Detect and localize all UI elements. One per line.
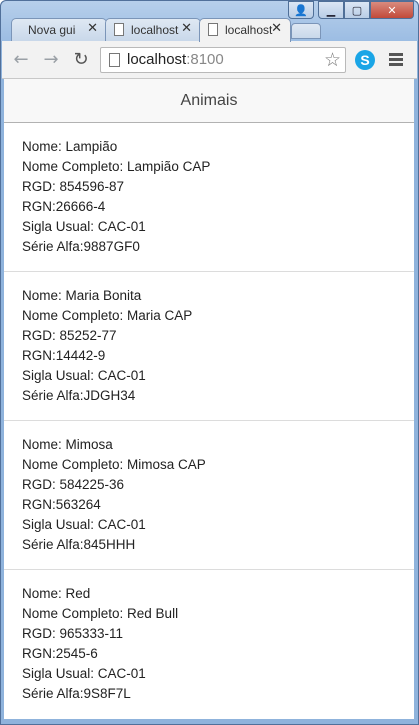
animal-nome-completo: Nome Completo: Lampião CAP — [22, 159, 211, 174]
browser-toolbar: ← → ↻ localhost:8100 ☆ S — [2, 41, 417, 79]
animal-serie: Série Alfa:9S8F7L — [22, 686, 131, 701]
animal-rgd: RGD: 965333-11 — [22, 626, 124, 641]
address-bar[interactable]: localhost:8100 ☆ — [100, 47, 346, 73]
tab-localhost-1[interactable]: localhost ✕ — [105, 18, 201, 41]
page-icon — [208, 23, 218, 36]
animal-nome-completo: Nome Completo: Mimosa CAP — [22, 457, 206, 472]
close-window-button[interactable]: ✕ — [370, 1, 414, 19]
url-host: localhost — [127, 51, 187, 68]
tab-label: localhost — [131, 23, 179, 37]
animal-rgn: RGN:26666-4 — [22, 199, 106, 214]
close-icon[interactable]: ✕ — [181, 21, 192, 36]
menu-icon[interactable] — [389, 53, 403, 68]
url-text: localhost:8100 — [127, 51, 224, 68]
animal-rgd: RGD: 85252-77 — [22, 328, 117, 343]
tab-strip: Nova guia ✕ localhost ✕ localhost ✕ 👤 ▁ … — [1, 1, 418, 42]
minimize-button[interactable]: ▁ — [318, 1, 344, 19]
animal-serie: Série Alfa:9887GF0 — [22, 239, 140, 254]
page-icon — [109, 53, 120, 67]
new-tab-button[interactable] — [291, 23, 321, 39]
page-content: Animais Nome: Lampião Nome Completo: Lam… — [4, 79, 414, 719]
animal-nome-completo: Nome Completo: Red Bull — [22, 606, 179, 621]
animal-rgd: RGD: 584225-36 — [22, 477, 125, 492]
window-controls: 👤 ▁ ▢ ✕ — [288, 1, 414, 19]
animal-rgn: RGN:2545-6 — [22, 646, 98, 661]
animal-serie: Série Alfa:845HHH — [22, 537, 136, 552]
animal-rgd: RGD: 854596-87 — [22, 179, 125, 194]
close-icon[interactable]: ✕ — [87, 21, 98, 36]
tab-localhost-active[interactable]: localhost ✕ — [199, 18, 291, 42]
animal-nome: Nome: Mimosa — [22, 437, 113, 452]
browser-window: Nova guia ✕ localhost ✕ localhost ✕ 👤 ▁ … — [0, 0, 419, 725]
forward-arrow-icon[interactable]: → — [40, 49, 62, 71]
animal-sigla: Sigla Usual: CAC-01 — [22, 517, 146, 532]
animal-sigla: Sigla Usual: CAC-01 — [22, 666, 146, 681]
tab-nova-guia[interactable]: Nova guia ✕ — [11, 18, 107, 41]
page-title: Animais — [4, 79, 414, 123]
user-icon[interactable]: 👤 — [288, 1, 314, 19]
back-arrow-icon[interactable]: ← — [10, 49, 32, 71]
tab-label: localhost — [225, 23, 273, 37]
animal-nome: Nome: Lampião — [22, 139, 118, 154]
url-port: :8100 — [186, 51, 224, 68]
close-icon[interactable]: ✕ — [271, 21, 282, 36]
reload-icon[interactable]: ↻ — [70, 49, 92, 71]
skype-extension-icon[interactable]: S — [355, 50, 375, 70]
animal-nome: Nome: Red — [22, 586, 91, 601]
animal-rgn: RGN:563264 — [22, 497, 101, 512]
list-item[interactable]: Nome: Lampião Nome Completo: Lampião CAP… — [4, 123, 414, 272]
page-icon — [114, 23, 124, 36]
list-item[interactable]: Nome: Maria Bonita Nome Completo: Maria … — [4, 272, 414, 421]
maximize-button[interactable]: ▢ — [344, 1, 370, 19]
tab-label: Nova guia — [28, 23, 76, 37]
bookmark-star-icon[interactable]: ☆ — [324, 49, 341, 71]
animal-sigla: Sigla Usual: CAC-01 — [22, 368, 146, 383]
animal-rgn: RGN:14442-9 — [22, 348, 106, 363]
list-item[interactable]: Nome: Red Nome Completo: Red Bull RGD: 9… — [4, 570, 414, 719]
list-item[interactable]: Nome: Mimosa Nome Completo: Mimosa CAP R… — [4, 421, 414, 570]
animal-nome-completo: Nome Completo: Maria CAP — [22, 308, 193, 323]
animal-sigla: Sigla Usual: CAC-01 — [22, 219, 146, 234]
animal-serie: Série Alfa:JDGH34 — [22, 388, 136, 403]
animal-nome: Nome: Maria Bonita — [22, 288, 142, 303]
